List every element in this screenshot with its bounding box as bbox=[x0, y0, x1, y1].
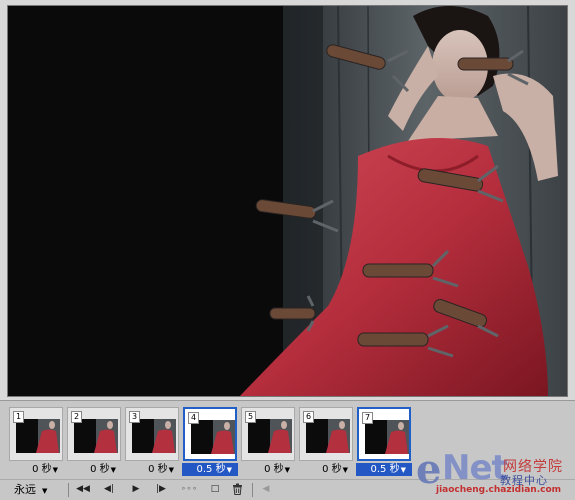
play-button[interactable]: ▶ bbox=[128, 483, 144, 496]
frame-delay-label: 0.5 秒 bbox=[196, 464, 226, 475]
tween-button[interactable]: ∘∘∘ bbox=[178, 483, 200, 496]
frame-delay-label: 0 秒 bbox=[148, 464, 168, 475]
animation-frame[interactable]: 4 0.5 秒▼ bbox=[182, 406, 239, 478]
frame-thumbnail-box[interactable]: 2 bbox=[67, 407, 121, 461]
frame-strip: 10 秒▼ 2 0 秒▼ 3 0 秒▼ 4 0.5 秒▼ 5 0 秒▼ 6 0 秒▼ 7 0.5 秒▼ bbox=[8, 406, 414, 478]
frame-delay-dropdown[interactable]: 0 秒▼ bbox=[240, 463, 296, 476]
chevron-down-icon: ▼ bbox=[110, 466, 116, 474]
frame-number: 6 bbox=[303, 411, 314, 423]
watermark-brand: Net bbox=[442, 448, 508, 488]
delete-frame-button[interactable] bbox=[230, 483, 244, 496]
frame-delay-label: 0 秒 bbox=[32, 464, 52, 475]
scroll-left-button[interactable]: ◀ bbox=[258, 483, 274, 496]
chevron-down-icon: ▼ bbox=[168, 466, 174, 474]
frame-delay-dropdown[interactable]: 0 秒▼ bbox=[66, 463, 122, 476]
frame-delay-dropdown[interactable]: 0 秒▼ bbox=[8, 463, 64, 476]
animation-frame[interactable]: 6 0 秒▼ bbox=[298, 406, 355, 478]
frame-thumbnail-box[interactable]: 4 bbox=[183, 407, 237, 461]
frame-delay-dropdown[interactable]: 0 秒▼ bbox=[298, 463, 354, 476]
watermark-logo: e Net 网络学院 教程中心 jiaocheng.chazidian.com bbox=[416, 448, 575, 500]
frame-thumbnail-box[interactable]: 6 bbox=[299, 407, 353, 461]
chevron-down-icon: ▼ bbox=[400, 466, 406, 474]
frame-delay-dropdown[interactable]: 0 秒▼ bbox=[124, 463, 180, 476]
watermark-url: jiaocheng.chazidian.com bbox=[436, 485, 562, 495]
frame-delay-dropdown[interactable]: 0.5 秒▼ bbox=[182, 463, 238, 476]
animation-frame[interactable]: 3 0 秒▼ bbox=[124, 406, 181, 478]
chevron-down-icon: ▼ bbox=[284, 466, 290, 474]
chevron-down-icon: ▼ bbox=[52, 466, 58, 474]
frame-thumbnail-box[interactable]: 7 bbox=[357, 407, 411, 461]
animation-frame[interactable]: 1 0 秒▼ bbox=[8, 406, 65, 478]
frame-delay-label: 0.5 秒 bbox=[370, 464, 400, 475]
frame-thumbnail bbox=[132, 419, 176, 453]
frame-thumbnail bbox=[365, 420, 409, 454]
next-frame-button[interactable]: |▶ bbox=[150, 483, 172, 496]
frame-number: 2 bbox=[71, 411, 82, 423]
frame-thumbnail bbox=[74, 419, 118, 453]
loop-options-label: 永远 bbox=[14, 483, 36, 496]
first-frame-button[interactable]: ◀◀ bbox=[73, 483, 93, 496]
animation-frame[interactable]: 7 0.5 秒▼ bbox=[356, 406, 413, 478]
previous-frame-button[interactable]: ◀| bbox=[98, 483, 120, 496]
toolbar-divider bbox=[68, 483, 69, 497]
animation-frame[interactable]: 2 0 秒▼ bbox=[66, 406, 123, 478]
loop-options-dropdown[interactable]: 永远 ▼ bbox=[14, 482, 64, 497]
frame-number: 3 bbox=[129, 411, 140, 423]
trash-icon bbox=[232, 483, 242, 495]
frame-delay-dropdown[interactable]: 0.5 秒▼ bbox=[356, 463, 412, 476]
photo-artwork bbox=[8, 6, 567, 396]
frame-delay-label: 0 秒 bbox=[90, 464, 110, 475]
chevron-down-icon: ▼ bbox=[226, 466, 232, 474]
chevron-down-icon: ▼ bbox=[42, 487, 48, 495]
frame-thumbnail-box[interactable]: 1 bbox=[9, 407, 63, 461]
chevron-down-icon: ▼ bbox=[342, 466, 348, 474]
frame-thumbnail-box[interactable]: 3 bbox=[125, 407, 179, 461]
frame-thumbnail-box[interactable]: 5 bbox=[241, 407, 295, 461]
photo-canvas bbox=[7, 5, 568, 397]
frame-number: 1 bbox=[13, 411, 24, 423]
frame-thumbnail bbox=[191, 420, 235, 454]
frame-number: 5 bbox=[245, 411, 256, 423]
frame-number: 7 bbox=[362, 412, 373, 424]
new-frame-button[interactable]: □ bbox=[208, 483, 222, 496]
frame-number: 4 bbox=[188, 412, 199, 424]
frame-thumbnail bbox=[248, 419, 292, 453]
frame-delay-label: 0 秒 bbox=[264, 464, 284, 475]
frame-thumbnail bbox=[306, 419, 350, 453]
animation-frame[interactable]: 5 0 秒▼ bbox=[240, 406, 297, 478]
frame-thumbnail bbox=[16, 419, 60, 453]
toolbar-divider bbox=[252, 483, 253, 497]
frame-delay-label: 0 秒 bbox=[322, 464, 342, 475]
